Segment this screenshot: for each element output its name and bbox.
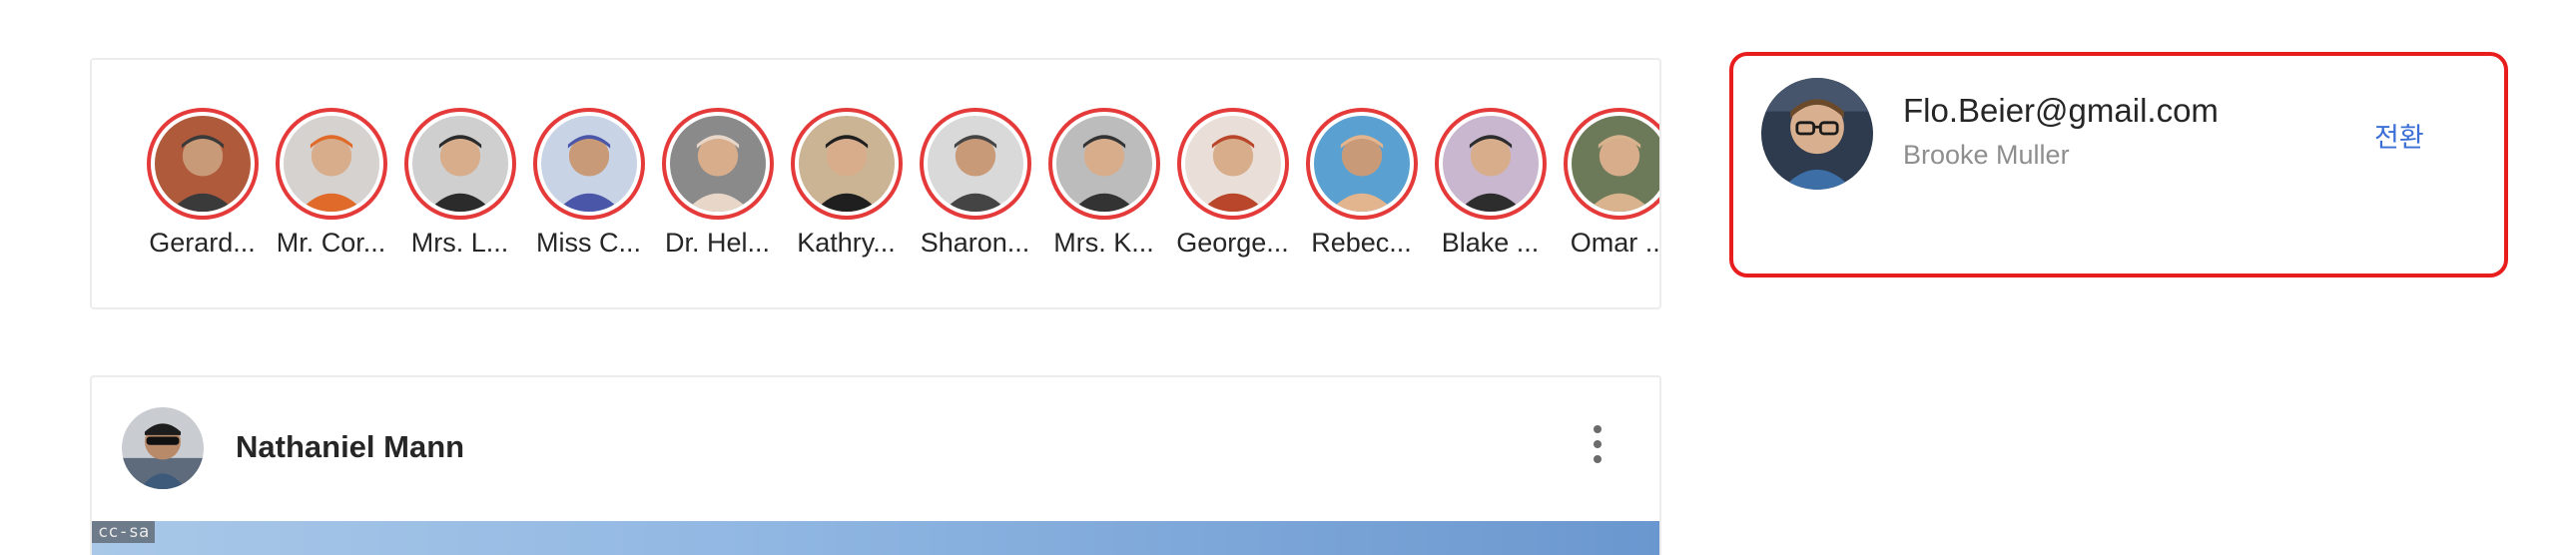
story-ring (1176, 108, 1289, 220)
mustache-man-avatar (798, 116, 895, 212)
bearded-man-avatar (411, 116, 508, 212)
switch-account-link[interactable]: 전환 (2374, 116, 2424, 155)
story-ring (919, 108, 1031, 220)
story-ring (275, 108, 387, 220)
story-item[interactable]: Kathry... (782, 108, 911, 260)
story-username: Blake ... (1441, 228, 1540, 258)
story-item[interactable]: Rebec... (1297, 108, 1426, 260)
story-ring (146, 108, 259, 220)
smiling-face-avatar (1313, 116, 1410, 212)
story-ring (1047, 108, 1160, 220)
blue-shirt-avatar (540, 116, 637, 212)
dot-icon (1594, 455, 1602, 463)
story-username: George... (1176, 228, 1289, 258)
dot-icon (1594, 425, 1602, 433)
story-item[interactable]: Mrs. L... (395, 108, 524, 260)
stories-tray: Gerard... Mr. Cor... Mrs. L... Miss C... Dr.… (90, 58, 1661, 309)
story-username: Miss C... (536, 228, 641, 258)
dreadlocks-avatar (927, 116, 1023, 212)
story-item[interactable]: Miss C... (524, 108, 653, 260)
post-image[interactable]: cc-sa (92, 521, 1659, 555)
account-switcher-card: Flo.Beier@gmail.com Brooke Muller 전환 (1729, 52, 2508, 278)
story-item[interactable]: Blake ... (1426, 108, 1555, 260)
story-item[interactable]: Mrs. K... (1039, 108, 1168, 260)
red-hair-woman-avatar (1184, 116, 1281, 212)
story-ring (790, 108, 903, 220)
orange-jacket-avatar (283, 116, 379, 212)
post-author-avatar[interactable] (122, 407, 204, 489)
story-item[interactable]: Sharon... (911, 108, 1039, 260)
account-avatar[interactable] (1761, 78, 1873, 190)
post-author-name[interactable]: Nathaniel Mann (236, 429, 464, 465)
binocular-viewer-avatar (1055, 116, 1152, 212)
story-username: Omar ... (1570, 228, 1661, 258)
more-options-button[interactable] (1584, 419, 1611, 469)
feed-post: Nathaniel Mann cc-sa (90, 375, 1661, 555)
story-ring (1563, 108, 1659, 220)
story-item[interactable]: Gerard... (138, 108, 267, 260)
stories-row: Gerard... Mr. Cor... Mrs. L... Miss C... Dr.… (138, 108, 1661, 260)
abstract-portrait-avatar (154, 116, 251, 212)
story-username: Sharon... (920, 228, 1030, 258)
story-username: Mr. Cor... (276, 228, 386, 258)
young-man-avatar (669, 116, 766, 212)
story-username: Mrs. K... (1053, 228, 1154, 258)
story-ring (403, 108, 516, 220)
story-ring (1305, 108, 1418, 220)
story-username: Mrs. L... (410, 228, 509, 258)
story-ring (532, 108, 645, 220)
bald-man-avatar (1571, 116, 1659, 212)
license-badge: cc-sa (92, 521, 156, 543)
story-item[interactable]: Omar ... (1555, 108, 1661, 260)
story-username: Dr. Hel... (664, 228, 771, 258)
account-name: Brooke Muller (1903, 140, 2070, 170)
story-ring (661, 108, 774, 220)
story-username: Gerard... (149, 228, 256, 258)
story-item[interactable]: Mr. Cor... (267, 108, 395, 260)
story-item[interactable]: Dr. Hel... (653, 108, 782, 260)
story-ring (1434, 108, 1547, 220)
story-username: Rebec... (1311, 228, 1412, 258)
dot-icon (1594, 440, 1602, 448)
story-item[interactable]: George... (1168, 108, 1297, 260)
story-username: Kathry... (797, 228, 896, 258)
cap-man-avatar (1442, 116, 1539, 212)
account-email: Flo.Beier@gmail.com (1903, 92, 2219, 129)
